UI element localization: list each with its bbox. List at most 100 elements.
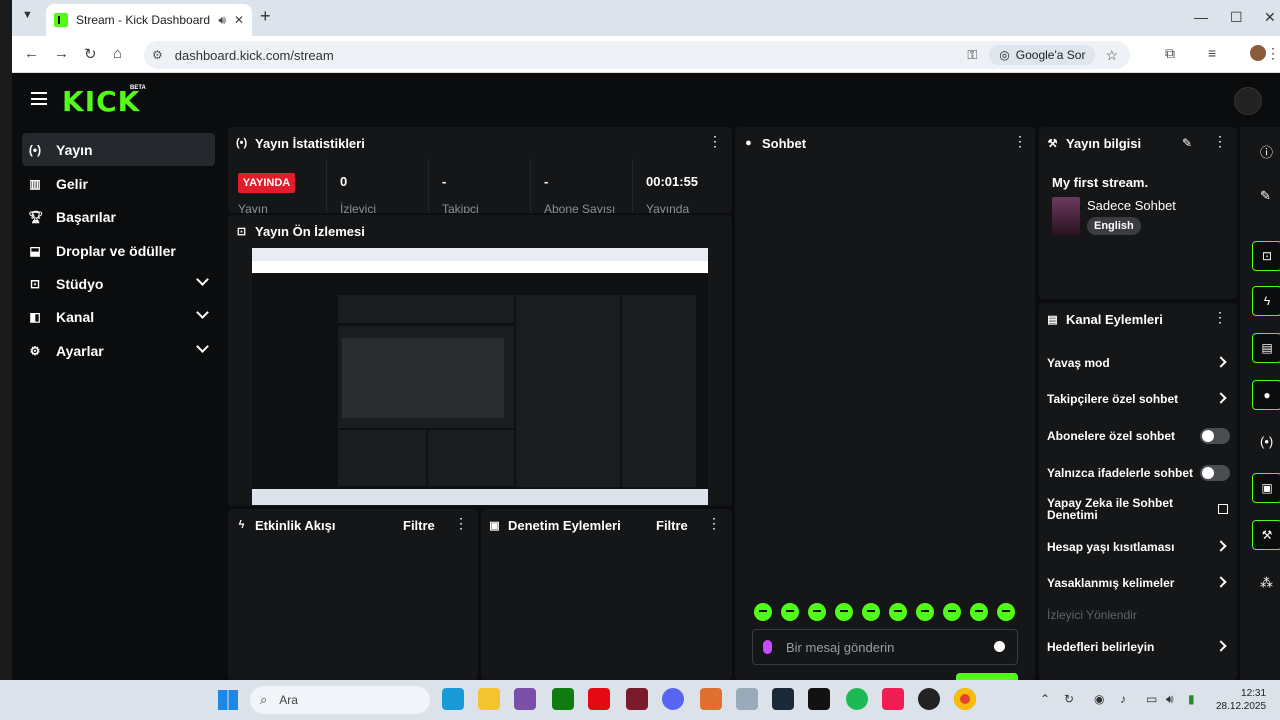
app-icon[interactable]	[808, 688, 830, 710]
tray-icon[interactable]: ◉	[1094, 692, 1104, 706]
mic-icon[interactable]	[763, 640, 772, 654]
extensions-icon[interactable]: ⧉	[1165, 45, 1175, 62]
netflix-icon[interactable]	[588, 688, 610, 710]
tray-expand-icon[interactable]: ⌃	[1040, 692, 1050, 706]
browser-tab[interactable]: Stream - Kick Dashboard 🔊︎ ✕	[46, 4, 252, 36]
preview-shortcut-icon[interactable]: ⊡	[1252, 241, 1280, 271]
wrench-shortcut-icon[interactable]: ⚒	[1252, 520, 1280, 550]
more-options-icon[interactable]	[1213, 309, 1227, 326]
profile-avatar[interactable]	[1250, 45, 1266, 61]
speaker-icon[interactable]: 🔊︎	[218, 13, 226, 28]
tab-search-icon[interactable]: ▼	[22, 9, 33, 21]
battery-icon[interactable]: ▮	[1188, 692, 1195, 706]
xbox-icon[interactable]	[552, 688, 574, 710]
bookmark-star-icon[interactable]: ☆	[1105, 47, 1118, 64]
new-tab-icon[interactable]: +	[260, 7, 271, 25]
home-icon[interactable]: ⌂	[113, 45, 122, 62]
kick-logo[interactable]: KICK	[62, 85, 140, 118]
edit-icon[interactable]: ✎	[1260, 188, 1271, 204]
emote-icon[interactable]	[835, 603, 853, 621]
url-text[interactable]: dashboard.kick.com/stream	[175, 48, 968, 63]
filter-button[interactable]: Filtre	[656, 518, 688, 533]
sidebar-item-basarilar[interactable]: 🏆︎ Başarılar	[22, 200, 215, 233]
tray-icon[interactable]: ↻	[1064, 692, 1074, 706]
chat-shortcut-icon[interactable]: ●	[1252, 380, 1280, 410]
user-avatar[interactable]	[1234, 87, 1262, 115]
google-ask-button[interactable]: ◎ Google'a Sor	[989, 45, 1096, 65]
chrome-icon[interactable]	[954, 688, 976, 710]
emote-icon[interactable]	[916, 603, 934, 621]
browser-menu-icon[interactable]: ⋮	[1266, 45, 1280, 62]
app-icon[interactable]	[626, 688, 648, 710]
emote-icon[interactable]	[943, 603, 961, 621]
tiktok-icon[interactable]	[882, 688, 904, 710]
sidebar-item-gelir[interactable]: ▥ Gelir	[22, 167, 215, 200]
steam-icon[interactable]	[772, 688, 794, 710]
ai-moderation-item[interactable]: Yapay Zeka ile Sohbet Denetimi	[1047, 497, 1207, 521]
more-options-icon[interactable]	[1213, 133, 1227, 150]
forward-icon[interactable]: →	[54, 45, 69, 62]
app-icon[interactable]	[736, 688, 758, 710]
broadcast-shortcut-icon[interactable]: (•)	[1260, 434, 1273, 449]
edge-icon[interactable]	[442, 688, 464, 710]
category-name[interactable]: Sadece Sohbet	[1087, 198, 1176, 213]
sidebar-item-studyo[interactable]: ⊡ Stüdyo	[22, 267, 215, 300]
sidebar-item-droplar[interactable]: ⬓ Droplar ve ödüller	[22, 234, 215, 267]
reload-icon[interactable]: ↻	[84, 45, 97, 63]
emote-icon[interactable]	[808, 603, 826, 621]
emote-icon[interactable]	[754, 603, 772, 621]
apps-icon[interactable]: ⁂	[1260, 575, 1273, 591]
sidebar-item-kanal[interactable]: ◧ Kanal	[22, 300, 215, 333]
taskbar-clock[interactable]: 12:31 28.12.2025	[1216, 687, 1266, 713]
sidebar-item-yayin[interactable]: (•) Yayın	[22, 133, 215, 166]
maximize-icon[interactable]: ☐	[1230, 9, 1243, 26]
windows-start-icon[interactable]	[218, 690, 238, 710]
emotes-only-toggle[interactable]	[1200, 465, 1230, 481]
app-icon[interactable]	[700, 688, 722, 710]
banned-words-item[interactable]: Yasaklanmış kelimeler	[1047, 576, 1230, 590]
network-icon[interactable]: ▭	[1146, 692, 1157, 706]
emote-icon[interactable]	[781, 603, 799, 621]
key-icon[interactable]: ⚿	[967, 47, 977, 63]
minimize-icon[interactable]: —	[1194, 9, 1208, 25]
slow-mode-item[interactable]: Yavaş mod	[1047, 356, 1230, 370]
more-options-icon[interactable]	[708, 133, 722, 150]
volume-icon[interactable]: 🔊︎	[1166, 692, 1174, 707]
more-options-icon[interactable]	[1013, 133, 1027, 150]
obs-icon[interactable]	[918, 688, 940, 710]
emote-icon[interactable]	[889, 603, 907, 621]
followers-only-item[interactable]: Takipçilere özel sohbet	[1047, 392, 1230, 406]
mic-tray-icon[interactable]: ♪	[1120, 692, 1126, 706]
discord-icon[interactable]	[662, 688, 684, 710]
site-info-icon[interactable]: ⚙	[152, 48, 163, 62]
bolt-shortcut-icon[interactable]: ϟ	[1252, 286, 1280, 316]
sidebar-item-ayarlar[interactable]: ⚙ Ayarlar	[22, 334, 215, 367]
filter-button[interactable]: Filtre	[403, 518, 435, 533]
taskbar-search[interactable]: ⌕ Ara	[250, 686, 430, 714]
mod-shortcut-icon[interactable]: ▣	[1252, 473, 1280, 503]
menu-icon[interactable]	[31, 92, 47, 105]
spotify-icon[interactable]	[846, 688, 868, 710]
file-explorer-icon[interactable]	[478, 688, 500, 710]
info-icon[interactable]: ⓘ	[1260, 142, 1273, 161]
close-tab-icon[interactable]: ✕	[234, 13, 244, 27]
close-window-icon[interactable]: ✕	[1264, 9, 1276, 26]
subs-only-toggle[interactable]	[1200, 428, 1230, 444]
emote-icon[interactable]	[970, 603, 988, 621]
edit-icon[interactable]: ✎	[1182, 136, 1192, 150]
more-options-icon[interactable]	[454, 515, 468, 532]
omnibox[interactable]: ⚙ dashboard.kick.com/stream ⚿ ◎ Google'a …	[144, 41, 1130, 69]
account-age-item[interactable]: Hesap yaşı kısıtlaması	[1047, 540, 1230, 554]
back-icon[interactable]: ←	[24, 45, 39, 62]
chat-input-box[interactable]	[752, 629, 1018, 665]
goals-item[interactable]: Hedefleri belirleyin	[1047, 640, 1230, 654]
media-queue-icon[interactable]: ≡	[1208, 45, 1216, 61]
more-options-icon[interactable]	[707, 515, 721, 532]
notes-shortcut-icon[interactable]: ▤	[1252, 333, 1280, 363]
emote-icon[interactable]	[862, 603, 880, 621]
app-icon[interactable]	[514, 688, 536, 710]
chat-input[interactable]	[786, 639, 986, 655]
emoji-icon[interactable]	[994, 641, 1005, 652]
stream-preview-video[interactable]	[252, 248, 708, 505]
emote-icon[interactable]	[997, 603, 1015, 621]
